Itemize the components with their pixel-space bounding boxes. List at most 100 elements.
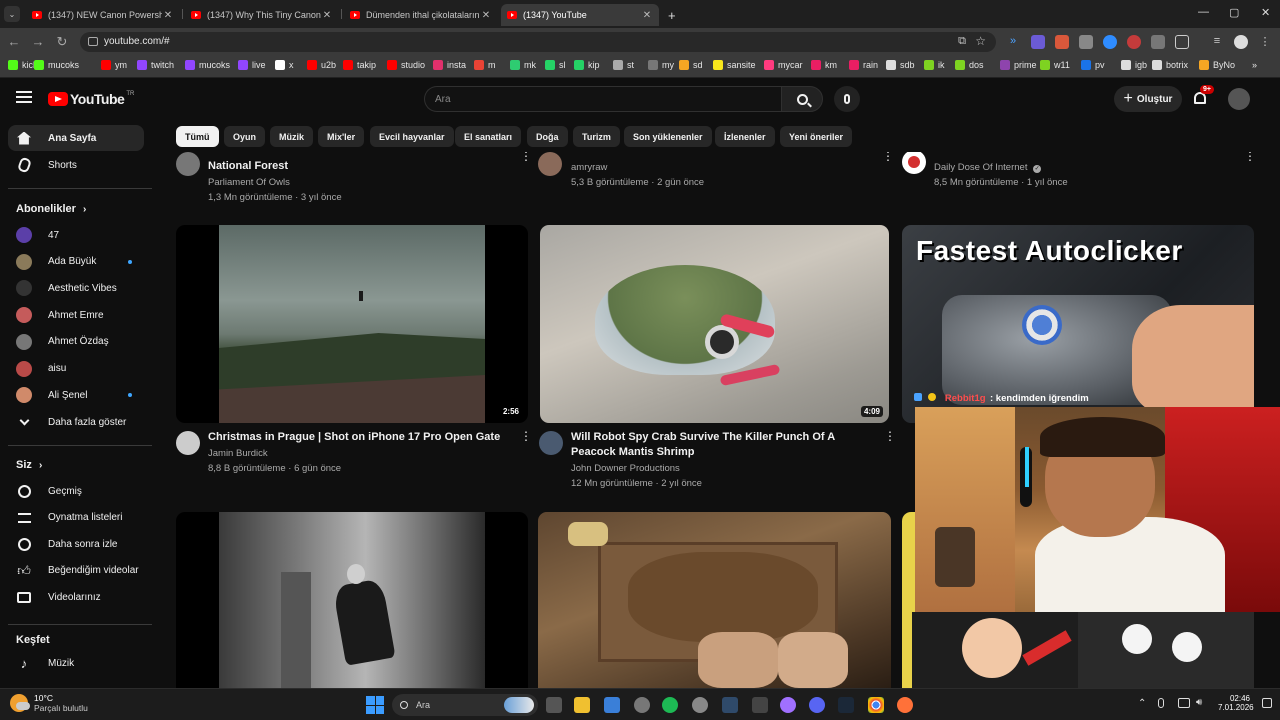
guide-item[interactable]: aisu <box>8 356 144 382</box>
video-thumbnail[interactable]: 2:56 <box>176 225 528 423</box>
weather-widget[interactable]: 10°C Parçalı bulutlu <box>10 693 88 713</box>
bookmark-item[interactable]: ik <box>924 60 945 70</box>
microphone-icon[interactable] <box>1158 698 1164 708</box>
file-explorer-icon[interactable] <box>574 697 590 713</box>
bookmark-item[interactable]: prime <box>1000 60 1037 70</box>
tab-close-icon[interactable]: ✕ <box>480 10 492 21</box>
tab-item-active[interactable]: (1347) YouTube ✕ <box>501 4 659 26</box>
reading-list-icon[interactable]: ≡ <box>1210 35 1224 49</box>
bookmark-item[interactable]: x <box>275 60 294 70</box>
channel-name[interactable]: amryraw <box>571 162 607 173</box>
filter-chip[interactable]: Mix'ler <box>318 126 365 147</box>
extension-icon[interactable] <box>1127 35 1141 49</box>
chrome-icon[interactable] <box>868 697 884 713</box>
bookmark-item[interactable]: botrix <box>1152 60 1188 70</box>
more-options-icon[interactable]: ⋮ <box>884 430 896 442</box>
bookmark-item[interactable]: sd <box>679 60 703 70</box>
app-icon[interactable] <box>752 697 768 713</box>
channel-avatar[interactable] <box>539 431 563 455</box>
video-thumbnail[interactable] <box>176 512 528 688</box>
video-title[interactable]: Christmas in Prague | Shot on iPhone 17 … <box>208 430 518 445</box>
discord-icon[interactable] <box>809 697 825 713</box>
filter-chip[interactable]: Yeni öneriler <box>780 126 853 147</box>
bookmark-item[interactable]: mk <box>510 60 536 70</box>
notification-center-icon[interactable] <box>1262 698 1272 708</box>
channel-avatar[interactable] <box>902 152 926 174</box>
create-button[interactable]: + Oluştur <box>1114 86 1182 112</box>
tab-close-icon[interactable]: ✕ <box>641 10 653 21</box>
guide-item[interactable]: Ahmet Özdaş <box>8 329 144 355</box>
account-avatar[interactable] <box>1228 88 1250 110</box>
extension-icon[interactable] <box>1055 35 1069 49</box>
guide-item[interactable]: 👍︎ Beğendiğim videolar <box>8 558 144 584</box>
tab-close-icon[interactable]: ✕ <box>321 10 333 21</box>
bookmark-item[interactable]: sl <box>545 60 566 70</box>
extension-icon[interactable] <box>1031 35 1045 49</box>
bookmark-item[interactable]: km <box>811 60 837 70</box>
more-options-icon[interactable]: ⋮ <box>520 152 532 162</box>
more-options-icon[interactable]: ⋮ <box>882 152 894 162</box>
guide-item[interactable]: Aesthetic Vibes <box>8 275 144 301</box>
bookmark-item[interactable]: m <box>474 60 496 70</box>
guide-item[interactable]: Ahmet Emre <box>8 302 144 328</box>
guide-item[interactable]: Geçmiş <box>8 478 144 504</box>
extension-icon[interactable] <box>1151 35 1165 49</box>
guide-item[interactable]: 47 <box>8 222 144 248</box>
bookmark-item[interactable]: studio <box>387 60 425 70</box>
extension-icon[interactable] <box>1103 35 1117 49</box>
filter-chip[interactable]: Oyun <box>224 126 266 147</box>
bookmark-item[interactable]: mucoks <box>34 60 79 70</box>
bookmark-item[interactable]: my <box>648 60 674 70</box>
bookmark-star-icon[interactable]: ☆ <box>975 34 986 48</box>
bookmark-item[interactable]: mucoks <box>185 60 230 70</box>
guide-item[interactable]: Videolarınız <box>8 584 144 610</box>
filter-chip[interactable]: El sanatları <box>455 126 522 147</box>
subscriptions-header[interactable]: Abonelikler › <box>16 203 86 215</box>
filter-chip[interactable]: Turizm <box>573 126 620 147</box>
new-tab-button[interactable]: + <box>662 4 680 26</box>
minimize-icon[interactable]: — <box>1198 6 1209 18</box>
bookmark-item[interactable]: insta <box>433 60 466 70</box>
channel-name[interactable]: John Downer Productions <box>571 463 680 474</box>
back-icon[interactable]: ← <box>6 34 22 49</box>
channel-name[interactable]: Jamin Burdick <box>208 448 268 459</box>
channel-avatar[interactable] <box>176 152 200 176</box>
channel-name[interactable]: Parliament Of Owls <box>208 177 290 188</box>
clock[interactable]: 02:46 7.01.2026 <box>1218 694 1254 712</box>
reload-icon[interactable]: ↻ <box>54 34 70 50</box>
install-app-icon[interactable]: ⧉ <box>958 35 966 48</box>
filter-chip[interactable]: Evcil hayvanlar <box>370 126 454 147</box>
browser-menu-icon[interactable]: ⋮ <box>1258 35 1272 49</box>
tab-item[interactable]: (1347) NEW Canon Powershot V... ✕ <box>26 4 180 26</box>
bookmark-item[interactable]: w11 <box>1040 60 1070 70</box>
store-icon[interactable] <box>604 697 620 713</box>
bookmark-item[interactable]: live <box>238 60 266 70</box>
channel-avatar[interactable] <box>176 431 200 455</box>
channel-avatar[interactable] <box>538 152 562 176</box>
notifications-button[interactable]: 9+ <box>1192 85 1214 108</box>
app-icon[interactable] <box>692 697 708 713</box>
filter-chip[interactable]: İzlenenler <box>715 126 775 147</box>
search-input[interactable]: Ara <box>424 86 782 112</box>
bookmark-item[interactable]: kip <box>574 60 600 70</box>
bookmark-item[interactable]: u2b <box>307 60 336 70</box>
tab-item[interactable]: Dümenden ithal çikolataların b... ✕ <box>344 4 498 26</box>
bookmark-item[interactable]: sansite <box>713 60 756 70</box>
volume-icon[interactable]: 🔊︎ <box>1196 697 1202 708</box>
tab-close-icon[interactable]: ✕ <box>162 10 174 21</box>
tab-search-button[interactable]: ⌄ <box>4 6 20 22</box>
video-title[interactable]: National Forest <box>208 159 288 174</box>
task-view-icon[interactable] <box>546 697 562 713</box>
app-icon[interactable] <box>780 697 796 713</box>
tab-item[interactable]: (1347) Why This Tiny Canon Ca... ✕ <box>185 4 339 26</box>
filter-chip[interactable]: Doğa <box>527 126 568 147</box>
bookmark-item[interactable]: mycar <box>764 60 803 70</box>
maximize-icon[interactable]: ▢ <box>1229 6 1239 19</box>
voice-search-button[interactable] <box>834 86 860 112</box>
address-bar[interactable]: youtube.com/# ⧉ ☆ <box>80 32 996 52</box>
guide-item[interactable]: ♪ Müzik <box>8 650 144 676</box>
filter-chip[interactable]: Son yüklenenler <box>624 126 712 147</box>
settings-gear-icon[interactable] <box>634 697 650 713</box>
extension-icon[interactable] <box>1079 35 1093 49</box>
bookmarks-overflow-icon[interactable]: » <box>1252 60 1257 70</box>
